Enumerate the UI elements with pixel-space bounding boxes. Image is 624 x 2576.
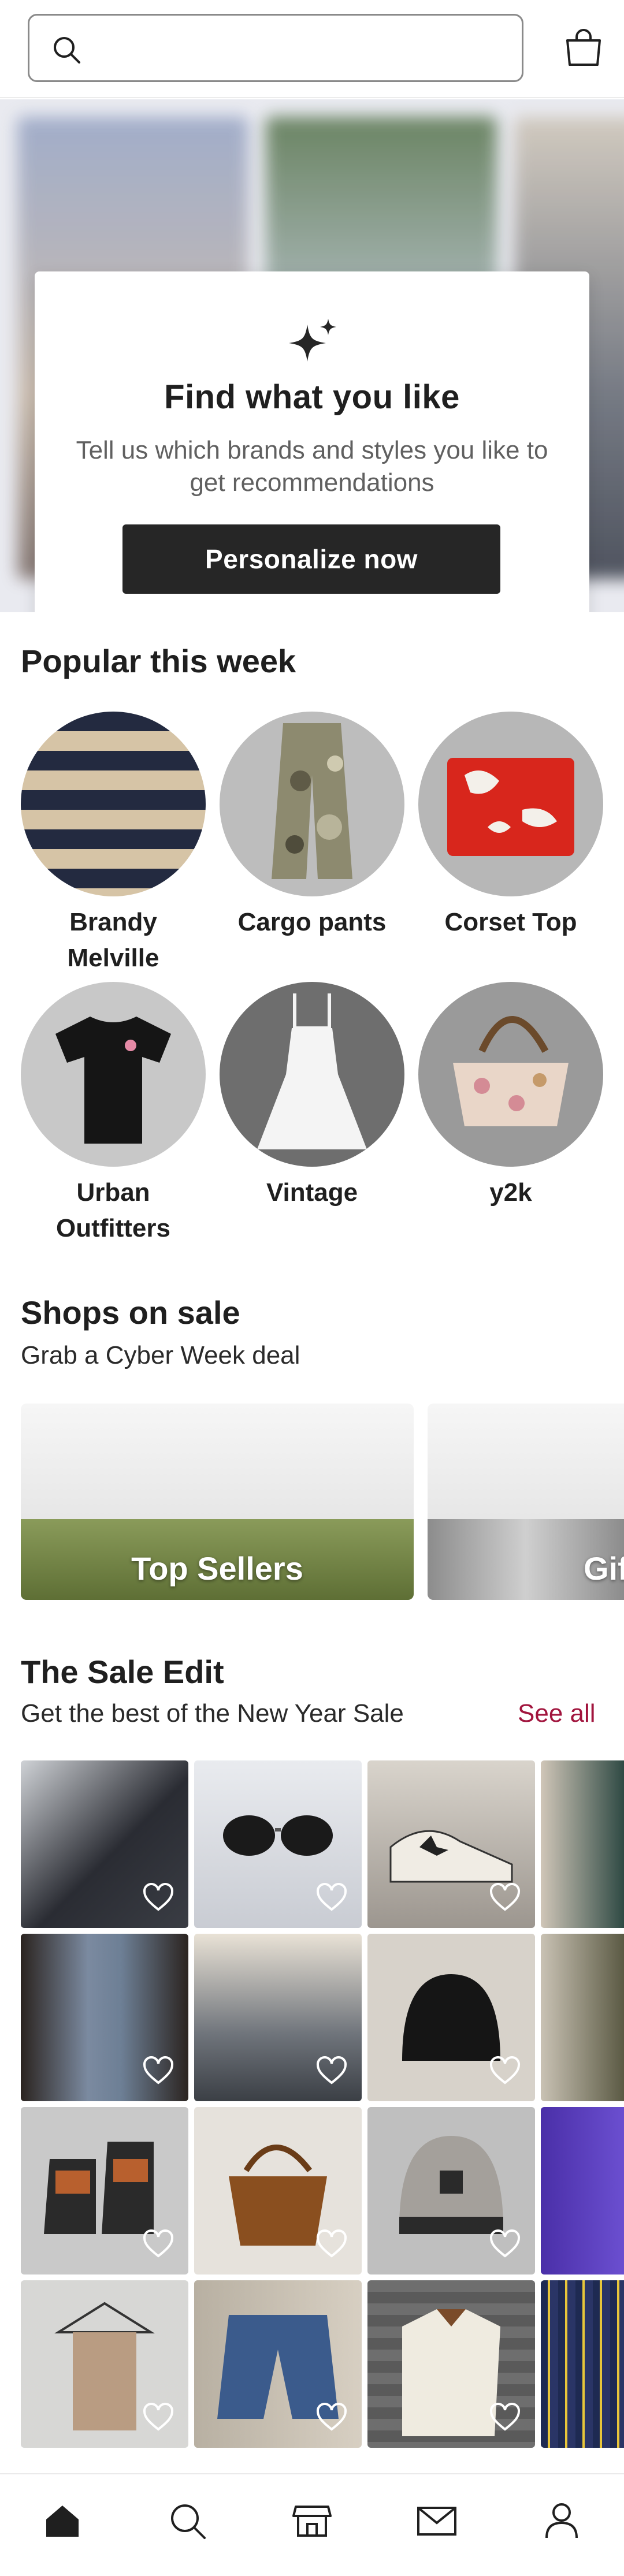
- hero-title: Find what you like: [164, 378, 460, 416]
- bottom-navigation: [0, 2473, 624, 2576]
- tshirt-illustration: [55, 1017, 171, 1144]
- product-tile[interactable]: [21, 1760, 188, 1928]
- popular-item-urban-outfitters[interactable]: Urban Outfitters: [21, 982, 206, 1246]
- product-tile[interactable]: [367, 1760, 535, 1928]
- product-tile[interactable]: [21, 1934, 188, 2101]
- product-tile[interactable]: [367, 2280, 535, 2448]
- corset-top-illustration: [447, 758, 574, 856]
- shopping-bag-icon[interactable]: [562, 25, 606, 69]
- popular-item-image: [220, 982, 404, 1167]
- product-tile[interactable]: [194, 1760, 362, 1928]
- app-header: [0, 0, 624, 98]
- heart-icon[interactable]: [142, 2403, 174, 2432]
- product-tile[interactable]: [367, 2107, 535, 2275]
- cargo-pants-illustration: [272, 723, 352, 879]
- mail-icon[interactable]: [416, 2500, 458, 2541]
- home-icon[interactable]: [42, 2500, 83, 2541]
- hero-description: Tell us which brands and styles you like…: [76, 436, 548, 497]
- heart-icon[interactable]: [489, 2403, 521, 2432]
- product-tile[interactable]: [194, 2107, 362, 2275]
- handbag-illustration: [453, 1016, 569, 1126]
- popular-item-image: [21, 712, 206, 896]
- see-all-link[interactable]: See all: [518, 1699, 596, 1728]
- popular-item-label: Vintage: [266, 1178, 358, 1207]
- heart-icon[interactable]: [315, 1883, 348, 1912]
- product-tile[interactable]: [541, 2280, 624, 2448]
- heart-icon[interactable]: [142, 1883, 174, 1912]
- search-icon[interactable]: [166, 2500, 208, 2541]
- heart-icon[interactable]: [315, 2403, 348, 2432]
- popular-item-label: Brandy Melville: [67, 908, 159, 972]
- product-tile[interactable]: [541, 1934, 624, 2101]
- search-icon: [54, 37, 80, 64]
- product-tile[interactable]: [541, 2107, 624, 2275]
- product-tile[interactable]: [541, 1760, 624, 1928]
- heart-icon[interactable]: [489, 2056, 521, 2085]
- heart-icon[interactable]: [489, 2229, 521, 2258]
- popular-item-brandy-melville[interactable]: Brandy Melville: [21, 712, 206, 976]
- section-title-sale-edit: The Sale Edit: [21, 1654, 224, 1690]
- shop-icon[interactable]: [291, 2500, 333, 2541]
- popular-item-vintage[interactable]: Vintage: [220, 982, 404, 1211]
- section-subtitle-shops: Grab a Cyber Week deal: [21, 1341, 300, 1369]
- popular-item-label: Cargo pants: [237, 908, 387, 936]
- profile-icon[interactable]: [541, 2500, 582, 2541]
- popular-item-image: [21, 982, 206, 1167]
- section-title-popular: Popular this week: [21, 643, 296, 679]
- popular-item-image: [220, 712, 404, 896]
- section-title-shops: Shops on sale: [21, 1294, 240, 1331]
- heart-icon[interactable]: [315, 2056, 348, 2085]
- popular-item-image: [418, 712, 603, 896]
- popular-item-label: y2k: [489, 1178, 532, 1207]
- product-tile[interactable]: [21, 2280, 188, 2448]
- popular-item-label: Urban Outfitters: [56, 1178, 170, 1242]
- personalize-now-button[interactable]: Personalize now: [122, 524, 500, 594]
- shop-card-top-sellers[interactable]: Top Sellers: [21, 1404, 414, 1600]
- heart-icon[interactable]: [142, 2229, 174, 2258]
- shop-card-label: Gifts: [584, 1550, 624, 1587]
- shop-card-gifts[interactable]: Gifts: [428, 1404, 624, 1600]
- product-tile[interactable]: [21, 2107, 188, 2275]
- personalize-hero: Find what you like Tell us which brands …: [0, 99, 624, 612]
- product-tile[interactable]: [194, 2280, 362, 2448]
- personalize-card: Find what you like Tell us which brands …: [35, 271, 589, 612]
- popular-item-cargo-pants[interactable]: Cargo pants: [220, 712, 404, 940]
- popular-item-corset-top[interactable]: Corset Top: [418, 712, 603, 940]
- heart-icon[interactable]: [142, 2056, 174, 2085]
- search-input[interactable]: [28, 14, 523, 82]
- popular-item-y2k[interactable]: y2k: [418, 982, 603, 1211]
- dress-illustration: [257, 993, 367, 1149]
- popular-item-label: Corset Top: [444, 908, 577, 936]
- product-tile[interactable]: [367, 1934, 535, 2101]
- heart-icon[interactable]: [489, 1883, 521, 1912]
- popular-item-image: [418, 982, 603, 1167]
- section-subtitle-sale-edit: Get the best of the New Year Sale: [21, 1699, 404, 1728]
- sparkle-icon: [289, 319, 336, 362]
- shop-card-label: Top Sellers: [131, 1550, 303, 1587]
- product-tile[interactable]: [194, 1934, 362, 2101]
- heart-icon[interactable]: [315, 2229, 348, 2258]
